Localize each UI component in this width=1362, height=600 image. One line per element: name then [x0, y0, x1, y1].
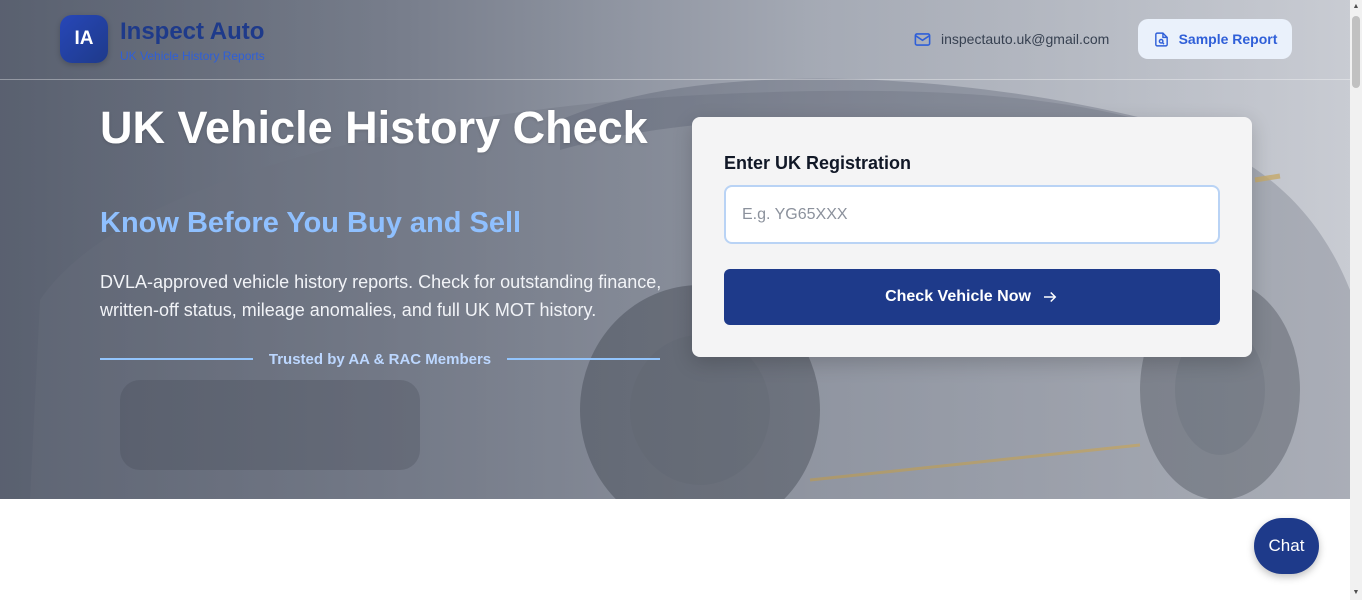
hero-description: DVLA-approved vehicle history reports. C…: [100, 272, 662, 320]
scrollbar-thumb[interactable]: [1352, 16, 1360, 88]
brand-tagline: UK Vehicle History Reports: [120, 49, 265, 63]
brand-name[interactable]: Inspect Auto: [120, 18, 264, 46]
document-search-icon: [1154, 31, 1168, 47]
registration-form-card: Enter UK Registration Check Vehicle Now: [692, 117, 1252, 357]
page-scrollbar[interactable]: ▲ ▼: [1350, 0, 1362, 600]
trusted-divider: Trusted by AA & RAC Members: [100, 348, 661, 370]
scroll-up-arrow-icon[interactable]: ▲: [1350, 0, 1362, 14]
hero-subtitle: Know Before You Buy and Sell: [100, 207, 522, 239]
hero-title: UK Vehicle History Check: [100, 102, 648, 153]
check-vehicle-label: Check Vehicle Now: [885, 288, 1031, 305]
contact-email-link[interactable]: inspectauto.uk@gmail.com: [913, 29, 1109, 49]
scroll-down-arrow-icon[interactable]: ▼: [1350, 586, 1362, 600]
arrow-right-icon: [1043, 291, 1057, 303]
chat-button[interactable]: Chat: [1254, 518, 1319, 574]
divider-line-left: [100, 358, 253, 360]
contact-email-text: inspectauto.uk@gmail.com: [941, 31, 1110, 47]
registration-input[interactable]: [724, 185, 1220, 244]
registration-label: Enter UK Registration: [724, 153, 912, 173]
check-vehicle-button[interactable]: Check Vehicle Now: [724, 269, 1220, 325]
sample-report-button[interactable]: Sample Report: [1138, 19, 1292, 59]
divider-line-right: [507, 358, 661, 360]
mail-icon: [914, 32, 931, 46]
site-header: IA Inspect Auto UK Vehicle History Repor…: [0, 0, 1350, 80]
trusted-text: Trusted by AA & RAC Members: [268, 350, 492, 368]
sample-report-label: Sample Report: [1178, 31, 1278, 47]
logo-badge[interactable]: IA: [60, 15, 108, 63]
